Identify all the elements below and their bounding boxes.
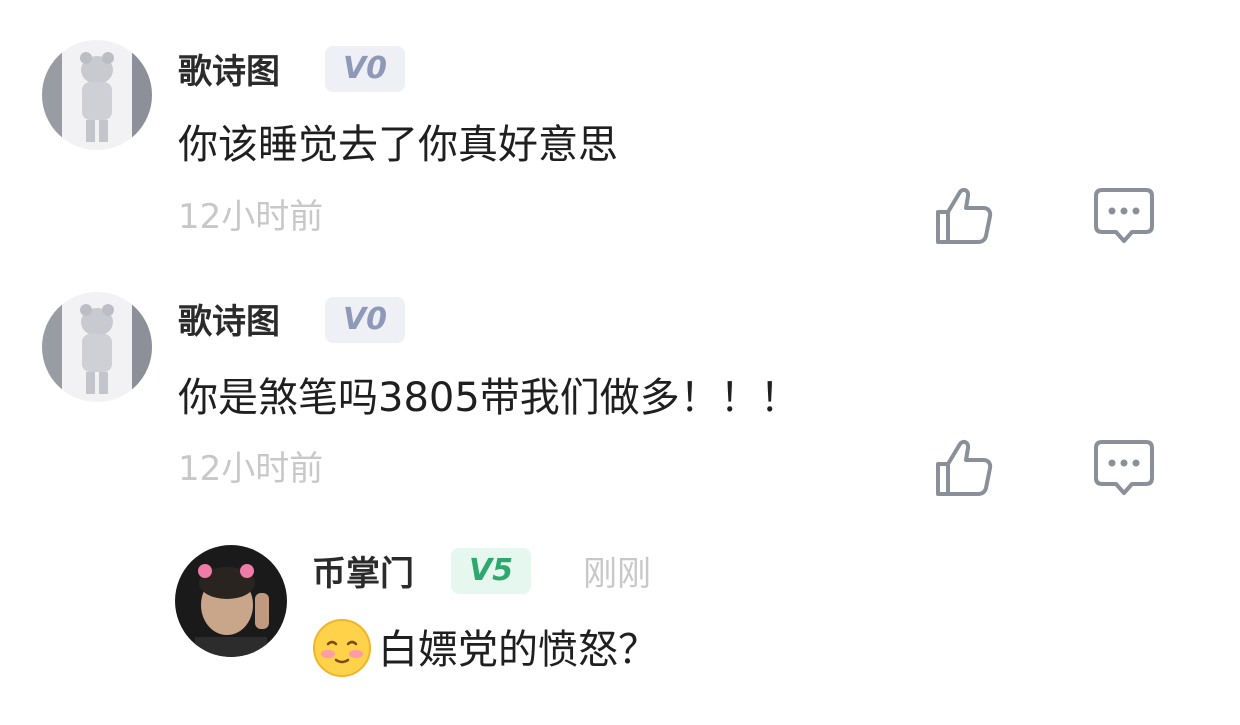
timestamp: 12小时前	[178, 197, 324, 237]
comment-item: 歌诗图 V0 你该睡觉去了你真好意思 12小时前	[0, 0, 1240, 260]
username[interactable]: 币掌门	[312, 552, 414, 596]
reply-text: 白嫖党的愤怒？	[312, 619, 658, 682]
comment-item: 歌诗图 V0 你是煞笔吗3805带我们做多！！！ 12小时前	[0, 252, 1240, 512]
blushing-face-emoji-icon	[312, 618, 372, 678]
avatar[interactable]	[175, 545, 287, 657]
reply-text-content: 白嫖党的愤怒？	[378, 627, 658, 673]
avatar[interactable]	[42, 292, 152, 402]
reply-button[interactable]	[1092, 184, 1156, 248]
level-badge: V0	[325, 46, 405, 92]
like-button[interactable]	[932, 184, 996, 248]
timestamp: 12小时前	[178, 449, 324, 489]
comment-thread: 歌诗图 V0 你该睡觉去了你真好意思 12小时前 歌诗图 V0 你是煞笔吗380…	[0, 0, 1240, 725]
timestamp: 刚刚	[583, 554, 651, 594]
username[interactable]: 歌诗图	[178, 300, 280, 344]
level-badge: V5	[451, 548, 531, 594]
comment-bubble-icon	[1094, 440, 1154, 495]
thumbs-up-icon	[936, 439, 993, 496]
thumbs-up-icon	[936, 187, 993, 244]
avatar[interactable]	[42, 40, 152, 150]
comment-bubble-icon	[1094, 188, 1154, 243]
like-button[interactable]	[932, 436, 996, 500]
reply-button[interactable]	[1092, 436, 1156, 500]
comment-text: 你是煞笔吗3805带我们做多！！！	[178, 375, 800, 421]
level-badge: V0	[325, 297, 405, 343]
username[interactable]: 歌诗图	[178, 50, 280, 94]
reply-item: 币掌门 V5 刚刚 白嫖党的愤怒？	[0, 520, 1240, 725]
comment-text: 你该睡觉去了你真好意思	[178, 122, 618, 168]
